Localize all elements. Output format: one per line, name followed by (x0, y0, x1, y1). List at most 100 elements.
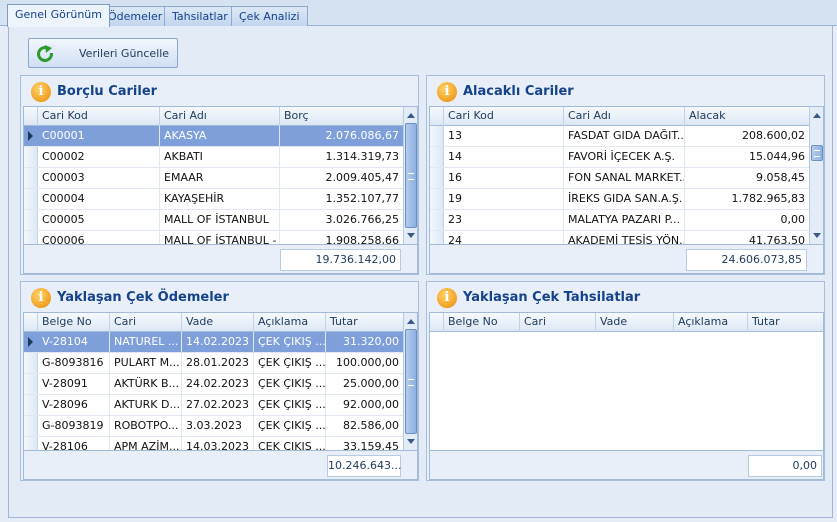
column-header-cari-adi[interactable]: Cari Adı (564, 107, 685, 126)
borclu-cariler-grid[interactable]: Cari Kod Cari Adı Borç C00001 AKASYA 2.076… (23, 106, 418, 274)
table-cell[interactable]: 28.01.2023 (182, 353, 254, 373)
table-cell[interactable]: 25.000,00 (326, 374, 404, 394)
table-cell[interactable]: ÇEK ÇIKIŞ ... (254, 332, 326, 352)
table-row[interactable]: V-28096 AKTURK D... 27.02.2023 ÇEK ÇIKIŞ ..… (24, 395, 404, 416)
table-cell[interactable]: 19 (444, 189, 564, 209)
table-cell[interactable]: V-28096 (38, 395, 110, 415)
table-cell[interactable]: ÇEK ÇIKIŞ ... (254, 416, 326, 436)
table-cell[interactable]: 31.320,00 (326, 332, 404, 352)
table-cell[interactable]: İREKS GIDA SAN.A.Ş. (564, 189, 685, 209)
table-cell[interactable]: 13 (444, 126, 564, 146)
column-header-cari[interactable]: Cari (110, 313, 182, 332)
column-header-belge-no[interactable]: Belge No (38, 313, 110, 332)
alacakli-cariler-grid[interactable]: Cari Kod Cari Adı Alacak 13 FASDAT GIDA D… (429, 106, 824, 274)
scroll-down-arrow[interactable] (407, 439, 415, 444)
scroll-down-arrow[interactable] (813, 233, 821, 238)
table-row[interactable]: 14 FAVORİ İÇECEK A.Ş. 15.044,96 (430, 147, 810, 168)
column-header-tutar[interactable]: Tutar (748, 313, 823, 332)
column-header-vade[interactable]: Vade (182, 313, 254, 332)
table-cell[interactable]: 92.000,00 (326, 395, 404, 415)
table-cell[interactable]: ÇEK ÇIKIŞ ... (254, 374, 326, 394)
table-cell[interactable]: AKTÜRK B... (110, 374, 182, 394)
refresh-data-button[interactable]: Verileri Güncelle (28, 38, 178, 68)
table-cell[interactable]: C00003 (38, 168, 160, 188)
table-row[interactable]: G-8093819 ROBOTPO... 3.03.2023 ÇEK ÇIKIŞ ..… (24, 416, 404, 437)
table-cell[interactable]: ÇEK ÇIKIŞ ... (254, 353, 326, 373)
table-cell[interactable]: ÇEK ÇIKIŞ ... (254, 395, 326, 415)
column-header-belge-no[interactable]: Belge No (444, 313, 520, 332)
table-cell[interactable]: KAYAŞEHİR (160, 189, 280, 209)
table-cell[interactable]: 16 (444, 168, 564, 188)
tab-tahsilatlar[interactable]: Tahsilatlar (164, 6, 236, 26)
column-header-cari-kod[interactable]: Cari Kod (444, 107, 564, 126)
table-cell[interactable]: 1.352.107,77 (280, 189, 404, 209)
table-cell[interactable]: 27.02.2023 (182, 395, 254, 415)
table-cell[interactable]: PULART M... (110, 353, 182, 373)
table-row[interactable]: C00004 KAYAŞEHİR 1.352.107,77 (24, 189, 404, 210)
table-cell[interactable]: 208.600,02 (685, 126, 810, 146)
table-cell[interactable]: 14 (444, 147, 564, 167)
scroll-up-arrow[interactable] (813, 113, 821, 118)
table-cell[interactable]: MALATYA PAZARI P... (564, 210, 685, 230)
table-cell[interactable]: C00002 (38, 147, 160, 167)
table-row[interactable]: C00002 AKBATI 1.314.319,73 (24, 147, 404, 168)
table-cell[interactable]: FASDAT GIDA DAĞIT... (564, 126, 685, 146)
scroll-thumb[interactable] (405, 329, 417, 434)
table-cell[interactable]: 82.586,00 (326, 416, 404, 436)
column-header-tutar[interactable]: Tutar (326, 313, 404, 332)
vertical-scrollbar[interactable] (403, 313, 417, 450)
column-header-cari-kod[interactable]: Cari Kod (38, 107, 160, 126)
table-cell[interactable]: 14.02.2023 (182, 332, 254, 352)
table-row[interactable]: V-28104 NATUREL ... 14.02.2023 ÇEK ÇIKIŞ ..… (24, 332, 404, 353)
table-row[interactable]: C00003 EMAAR 2.009.405,47 (24, 168, 404, 189)
table-cell[interactable]: NATUREL ... (110, 332, 182, 352)
table-cell[interactable]: C00005 (38, 210, 160, 230)
table-cell[interactable]: AKASYA (160, 126, 280, 146)
table-cell[interactable]: G-8093819 (38, 416, 110, 436)
column-header-aciklama[interactable]: Açıklama (674, 313, 748, 332)
table-cell[interactable]: FON SANAL MARKET... (564, 168, 685, 188)
table-cell[interactable]: EMAAR (160, 168, 280, 188)
table-cell[interactable]: C00001 (38, 126, 160, 146)
table-cell[interactable]: 15.044,96 (685, 147, 810, 167)
table-row[interactable]: C00001 AKASYA 2.076.086,67 (24, 126, 404, 147)
scroll-up-arrow[interactable] (407, 113, 415, 118)
cek-tahsilatlar-grid[interactable]: Belge No Cari Vade Açıklama Tutar 0,00 (429, 312, 824, 480)
column-header-cari[interactable]: Cari (520, 313, 596, 332)
table-row[interactable]: V-28091 AKTÜRK B... 24.02.2023 ÇEK ÇIKIŞ ..… (24, 374, 404, 395)
table-cell[interactable]: G-8093816 (38, 353, 110, 373)
table-row[interactable]: G-8093816 PULART M... 28.01.2023 ÇEK ÇIKIŞ … (24, 353, 404, 374)
column-header-vade[interactable]: Vade (596, 313, 674, 332)
table-cell[interactable]: 100.000,00 (326, 353, 404, 373)
tab-odemeler[interactable]: Ödemeler (100, 6, 171, 26)
scroll-up-arrow[interactable] (407, 319, 415, 324)
vertical-scrollbar[interactable] (403, 107, 417, 244)
table-row[interactable]: 13 FASDAT GIDA DAĞIT... 208.600,02 (430, 126, 810, 147)
column-header-borc[interactable]: Borç (280, 107, 404, 126)
column-header-alacak[interactable]: Alacak (685, 107, 810, 126)
table-cell[interactable]: AKBATI (160, 147, 280, 167)
table-cell[interactable]: MALL OF İSTANBUL (160, 210, 280, 230)
table-row[interactable]: 19 İREKS GIDA SAN.A.Ş. 1.782.965,83 (430, 189, 810, 210)
table-cell[interactable]: ROBOTPO... (110, 416, 182, 436)
table-cell[interactable]: 9.058,45 (685, 168, 810, 188)
scroll-down-arrow[interactable] (407, 233, 415, 238)
table-row[interactable]: 16 FON SANAL MARKET... 9.058,45 (430, 168, 810, 189)
cek-odemeler-grid[interactable]: Belge No Cari Vade Açıklama Tutar V-2810… (23, 312, 418, 480)
table-cell[interactable]: FAVORİ İÇECEK A.Ş. (564, 147, 685, 167)
tab-genel-gorunum[interactable]: Genel Görünüm (7, 4, 110, 27)
table-cell[interactable]: 3.026.766,25 (280, 210, 404, 230)
table-row[interactable]: 23 MALATYA PAZARI P... 0,00 (430, 210, 810, 231)
scroll-thumb[interactable] (811, 145, 823, 161)
table-cell[interactable]: 23 (444, 210, 564, 230)
table-cell[interactable]: 0,00 (685, 210, 810, 230)
table-cell[interactable]: 3.03.2023 (182, 416, 254, 436)
vertical-scrollbar[interactable] (809, 107, 823, 244)
table-cell[interactable]: 1.314.319,73 (280, 147, 404, 167)
scroll-thumb[interactable] (405, 123, 417, 228)
table-cell[interactable]: V-28104 (38, 332, 110, 352)
table-cell[interactable]: 2.076.086,67 (280, 126, 404, 146)
column-header-cari-adi[interactable]: Cari Adı (160, 107, 280, 126)
table-cell[interactable]: 24.02.2023 (182, 374, 254, 394)
table-cell[interactable]: AKTURK D... (110, 395, 182, 415)
